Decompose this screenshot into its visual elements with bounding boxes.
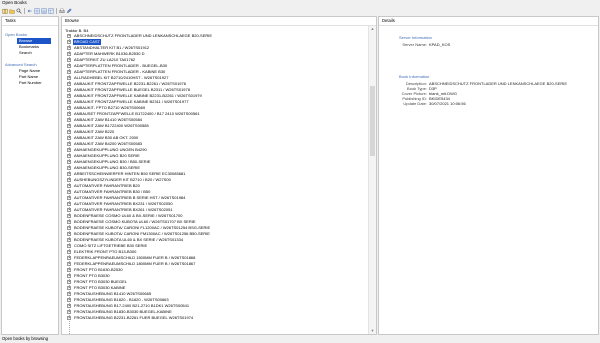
detail-row: Server Name: KPAD_KOS [379,42,579,47]
toolbar-separator [24,7,25,14]
expand-icon[interactable]: + [67,106,71,110]
expand-icon[interactable]: + [67,160,71,164]
table-view-icon[interactable] [48,7,54,14]
expand-icon[interactable]: + [67,76,71,80]
detail-key: Server Name: [402,42,427,47]
expand-icon[interactable]: + [67,46,71,50]
tree-item-label: FRONTAUSHEBUNG B2231-B2261 FUER BUEGEL W… [74,315,194,320]
expand-icon[interactable]: + [67,148,71,152]
expand-icon[interactable]: + [67,136,71,140]
expand-icon[interactable]: + [67,280,71,284]
detail-value: 30/07/2021 10:06:56 [429,101,466,106]
detail-value: KPAD_KOS [429,42,451,47]
expand-icon[interactable]: + [67,100,71,104]
folder-icon[interactable] [9,8,15,14]
toolbar [0,6,600,15]
expand-icon[interactable]: + [67,190,71,194]
scrollbar-thumb[interactable] [370,86,375,156]
scroll-down-icon[interactable]: ▼ [369,328,376,334]
expand-icon[interactable]: + [67,52,71,56]
advanced-search-link-part-number[interactable]: Part Number [17,80,51,86]
expand-icon[interactable]: + [67,310,71,314]
details-header: Details [379,17,598,26]
tree-rows: + ABSCHNEIDSCHUTZ FRONTLADER UND LENKANSC… [67,33,213,321]
status-bar: Open books by browsing [0,335,600,343]
open-books-list: Browse Bookmarks Search [2,38,58,56]
expand-icon[interactable]: + [67,178,71,182]
expand-icon[interactable]: + [67,64,71,68]
expand-icon[interactable]: + [67,124,71,128]
server-info-title: Server Information [399,35,432,40]
advanced-search-section-title: Advanced Search [5,62,37,67]
book-tree[interactable]: Traktor B. B4 + ABSCHNEIDSCHUTZ FRONTLADE… [62,26,368,334]
expand-icon[interactable]: + [67,118,71,122]
search-icon[interactable] [16,8,22,14]
details-panel: Details Server Information Server Name: K… [378,16,599,335]
expand-icon[interactable]: + [67,316,71,320]
expand-icon[interactable]: + [67,166,71,170]
advanced-search-list: Page Name Part Name Part Number [2,68,58,86]
task-link-search[interactable]: Search [17,50,51,56]
expand-icon[interactable]: + [67,94,71,98]
edit-icon[interactable] [66,7,72,14]
tasks-panel: Tasks Open Books Browse Bookmarks Search A… [1,16,59,335]
list-view-icon[interactable] [41,7,47,14]
expand-icon[interactable]: + [67,202,71,206]
expand-icon[interactable]: + [67,244,71,248]
browse-header: Browse [62,17,376,26]
book-info-title: Book Information [399,74,430,79]
expand-icon[interactable]: + [67,250,71,254]
expand-icon[interactable]: + [67,154,71,158]
expand-icon[interactable]: + [67,268,71,272]
expand-icon[interactable]: + [67,232,71,236]
back-icon[interactable] [27,8,33,14]
tree-item[interactable]: + FRONTAUSHEBUNG B2231-B2261 FUER BUEGEL … [67,315,213,321]
expand-icon[interactable]: + [67,40,71,44]
expand-icon[interactable]: + [67,238,71,242]
expand-icon[interactable]: + [67,274,71,278]
open-books-section-title: Open Books [5,32,28,37]
expand-icon[interactable]: + [67,298,71,302]
expand-icon[interactable]: + [67,142,71,146]
tasks-header: Tasks [2,17,58,26]
expand-icon[interactable]: + [67,304,71,308]
expand-icon[interactable]: + [67,286,71,290]
toolbar-separator [56,7,57,14]
expand-icon[interactable]: + [67,256,71,260]
open-book-icon[interactable] [2,8,8,14]
expand-icon[interactable]: + [67,184,71,188]
vertical-scrollbar[interactable]: ▲ ▼ [368,26,376,334]
scroll-up-icon[interactable]: ▲ [369,26,376,32]
expand-icon[interactable]: + [67,112,71,116]
expand-icon[interactable]: + [67,88,71,92]
browse-panel: Browse Traktor B. B4 + ABSCHNEIDSCHUTZ FR… [61,16,377,335]
expand-icon[interactable]: + [67,58,71,62]
print-icon[interactable] [59,8,65,14]
expand-icon[interactable]: + [67,292,71,296]
expand-icon[interactable]: + [67,130,71,134]
expand-icon[interactable]: + [67,196,71,200]
expand-icon[interactable]: + [67,208,71,212]
expand-icon[interactable]: + [67,82,71,86]
expand-icon[interactable]: + [67,226,71,230]
expand-icon[interactable]: + [67,172,71,176]
detail-row: Update Date: 30/07/2021 10:06:56 [379,101,579,106]
expand-icon[interactable]: + [67,262,71,266]
expand-icon[interactable]: + [67,34,71,38]
expand-icon[interactable]: + [67,70,71,74]
grid-view-icon[interactable] [34,7,40,14]
detail-key: Update Date: [403,101,427,106]
expand-icon[interactable]: + [67,220,71,224]
expand-icon[interactable]: + [67,214,71,218]
